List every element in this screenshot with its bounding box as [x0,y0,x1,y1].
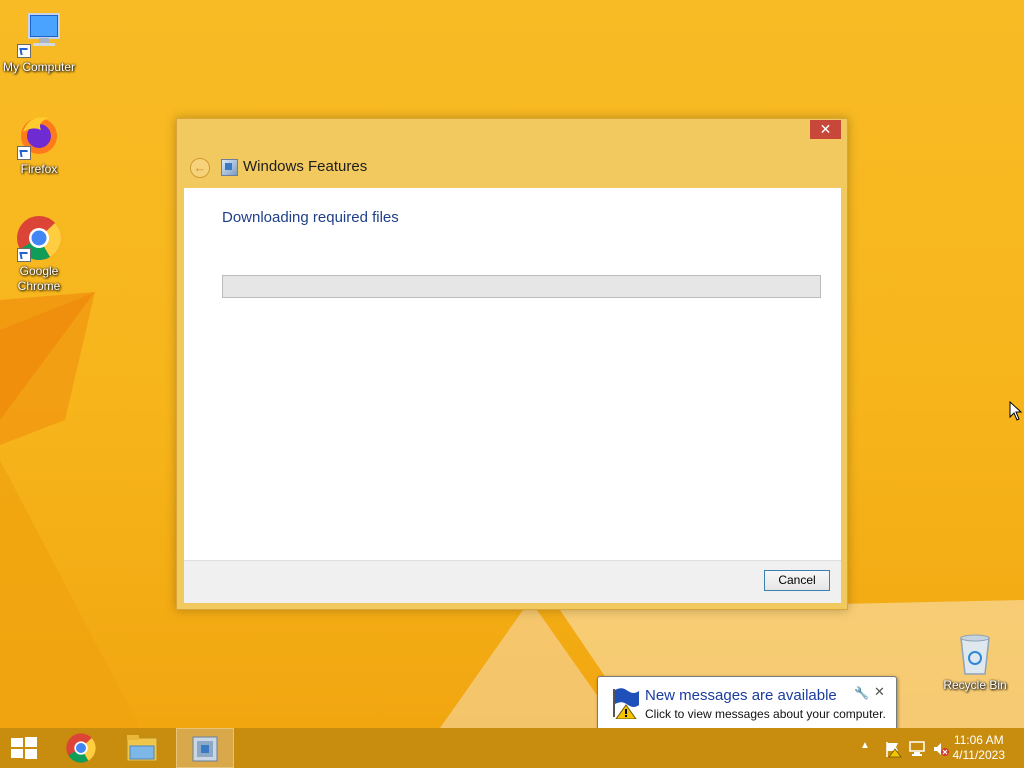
clock-date: 4/11/2023 [952,748,1006,762]
windows-logo-icon [11,737,37,759]
close-icon: ✕ [819,121,832,137]
taskbar-app-chrome[interactable] [52,728,110,768]
desktop-icon-label: Firefox [20,162,58,176]
taskbar: ▲ 11:06 AM 4/11/2023 [0,728,1024,768]
action-center-flag-icon [613,688,639,719]
close-button[interactable]: ✕ [810,120,841,139]
status-heading: Downloading required files [222,209,399,226]
clock[interactable]: 11:06 AM 4/11/2023 [953,733,1006,763]
notification-settings-icon[interactable]: 🔧 [854,686,869,700]
back-button[interactable]: ← [190,158,210,178]
windows-features-icon [192,736,218,762]
system-tray: ▲ 11:06 AM 4/11/2023 [844,728,1024,768]
computer-icon [15,10,63,58]
chrome-icon [15,214,63,262]
show-hidden-icons-chevron-icon[interactable]: ▲ [860,740,870,751]
chrome-icon [66,733,96,763]
desktop-icon-label: Google Chrome [17,264,61,293]
shortcut-arrow-icon [17,248,31,262]
firefox-icon [15,112,63,160]
action-center-flag-icon[interactable] [884,740,902,758]
download-progress-bar [222,275,821,298]
desktop-icon-google-chrome[interactable]: Google Chrome [0,214,79,294]
network-icon[interactable] [908,740,926,758]
desktop-icon-recycle-bin[interactable]: Recycle Bin [935,632,1015,693]
notification-close-icon[interactable]: ✕ [874,684,885,700]
desktop-icon-firefox[interactable]: Firefox [0,112,79,177]
desktop-icon-my-computer[interactable]: My Computer [0,10,79,75]
back-arrow-icon: ← [193,160,207,175]
recycle-bin-icon [955,632,995,676]
notification-title: New messages are available [645,687,837,704]
windows-features-icon [221,159,238,176]
dialog-content: Downloading required files [184,188,841,560]
volume-muted-icon[interactable] [932,740,950,758]
dialog-footer: Cancel [184,560,841,603]
shortcut-arrow-icon [17,44,31,58]
desktop-icon-label: Recycle Bin [943,678,1007,692]
taskbar-app-windows-features[interactable] [176,728,234,768]
desktop: My Computer Firefox Google Chrome Recycl… [0,0,1024,728]
windows-features-dialog: ✕ ← Windows Features Downloading require… [176,118,848,610]
notification-body: Click to view messages about your comput… [645,707,886,721]
start-button[interactable] [0,728,48,768]
mouse-cursor-icon [1009,401,1023,421]
shortcut-arrow-icon [17,146,31,160]
notification-balloon[interactable]: New messages are available Click to view… [597,676,897,730]
taskbar-app-file-explorer[interactable] [113,728,171,768]
folder-icon [126,735,158,762]
desktop-icon-label: My Computer [2,60,76,74]
clock-time: 11:06 AM [953,733,1004,747]
dialog-titlebar: ← Windows Features [177,149,847,187]
cancel-button[interactable]: Cancel [764,570,830,591]
dialog-title: Windows Features [243,158,368,175]
